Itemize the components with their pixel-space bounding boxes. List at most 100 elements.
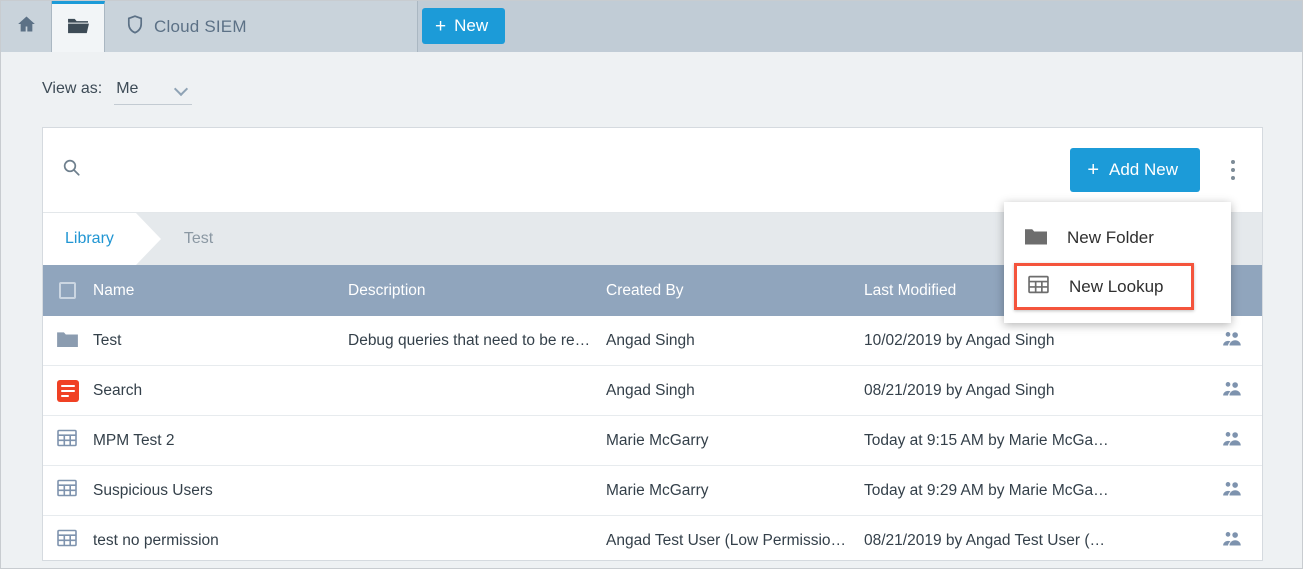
folder-icon <box>1025 227 1047 250</box>
people-icon <box>1222 381 1243 401</box>
menu-item-label: New Folder <box>1067 228 1154 248</box>
kebab-dot <box>1231 168 1235 172</box>
table-row[interactable]: test no permission Angad Test User (Low … <box>43 516 1262 561</box>
people-icon <box>1222 431 1243 451</box>
row-last-modified: 10/02/2019 by Angad Singh <box>864 332 1064 350</box>
row-created-by-cell: Angad Singh <box>606 332 864 350</box>
people-icon <box>1222 331 1243 351</box>
row-last-modified-cell: 10/02/2019 by Angad Singh <box>864 332 1202 350</box>
more-options-button[interactable] <box>1216 148 1250 192</box>
people-icon <box>1222 481 1243 501</box>
add-new-button[interactable]: + Add New <box>1070 148 1200 192</box>
row-created-by-cell: Marie McGarry <box>606 482 864 500</box>
select-all-cell <box>43 282 93 299</box>
row-name-cell: Suspicious Users <box>93 482 348 500</box>
column-header-created-by[interactable]: Created By <box>606 282 864 300</box>
app-window: Cloud SIEM + New View as: Me <box>0 0 1303 569</box>
breadcrumb-item-library[interactable]: Library <box>43 213 136 265</box>
home-icon <box>16 14 37 39</box>
row-share-cell[interactable] <box>1202 481 1262 501</box>
chevron-down-icon <box>176 83 188 95</box>
view-as-select[interactable]: Me <box>114 73 192 105</box>
row-created-by-cell: Angad Test User (Low Permissio… <box>606 532 864 550</box>
row-last-modified: Today at 9:29 AM by Marie McGa… <box>864 482 1119 500</box>
row-last-modified: 08/21/2019 by Angad Singh <box>864 382 1064 400</box>
row-icon-cell <box>43 330 93 352</box>
row-name-cell: Test <box>93 332 348 350</box>
row-share-cell[interactable] <box>1202 381 1262 401</box>
row-last-modified-cell: Today at 9:15 AM by Marie McGa… <box>864 432 1202 450</box>
view-as-row: View as: Me <box>1 52 1303 126</box>
row-created-by-cell: Marie McGarry <box>606 432 864 450</box>
table-row[interactable]: MPM Test 2 Marie McGarry Today at 9:15 A… <box>43 416 1262 466</box>
folder-icon <box>57 330 78 352</box>
row-created-by: Angad Singh <box>606 382 705 400</box>
shield-icon <box>127 15 143 39</box>
menu-item-new-lookup[interactable]: New Lookup <box>1014 263 1194 310</box>
view-as-value: Me <box>116 80 138 98</box>
breadcrumb-label: Library <box>65 230 114 248</box>
search-area <box>43 158 1070 182</box>
row-share-cell[interactable] <box>1202 531 1262 551</box>
select-all-checkbox[interactable] <box>59 282 76 299</box>
table-row[interactable]: Suspicious Users Marie McGarry Today at … <box>43 466 1262 516</box>
row-name: Search <box>93 382 152 400</box>
folder-tab[interactable] <box>52 1 105 52</box>
new-button-label: New <box>454 16 488 36</box>
row-description: Debug queries that need to be re… <box>348 332 600 350</box>
add-new-label: Add New <box>1109 160 1178 180</box>
row-last-modified-cell: 08/21/2019 by Angad Test User (… <box>864 532 1202 550</box>
add-new-menu: New Folder New Lookup <box>1004 202 1231 323</box>
plus-icon: + <box>435 17 446 36</box>
table-row[interactable]: Test Debug queries that need to be re… A… <box>43 316 1262 366</box>
kebab-dot <box>1231 160 1235 164</box>
row-name: MPM Test 2 <box>93 432 185 450</box>
menu-item-label: New Lookup <box>1069 277 1164 297</box>
row-created-by: Marie McGarry <box>606 432 718 450</box>
row-name-cell: test no permission <box>93 532 348 550</box>
cloud-siem-tab-label: Cloud SIEM <box>154 17 247 37</box>
table-icon <box>1028 275 1049 299</box>
table-row[interactable]: Search Angad Singh 08/21/2019 by Angad S… <box>43 366 1262 416</box>
row-created-by-cell: Angad Singh <box>606 382 864 400</box>
kebab-dot <box>1231 176 1235 180</box>
top-tab-bar: Cloud SIEM + New <box>1 1 1303 52</box>
cloud-siem-tab[interactable]: Cloud SIEM <box>105 1 418 52</box>
row-name: Suspicious Users <box>93 482 223 500</box>
breadcrumb-label: Test <box>184 230 213 248</box>
table-icon <box>57 429 77 452</box>
row-created-by: Angad Singh <box>606 332 705 350</box>
home-tab[interactable] <box>1 1 52 52</box>
row-share-cell[interactable] <box>1202 431 1262 451</box>
new-button[interactable]: + New <box>422 8 505 44</box>
row-last-modified-cell: 08/21/2019 by Angad Singh <box>864 382 1202 400</box>
search-icon <box>62 158 81 182</box>
row-icon-cell <box>43 529 93 552</box>
folder-icon <box>67 16 90 40</box>
library-card: + Add New Library Test Name Desc <box>42 127 1263 561</box>
row-description-cell: Debug queries that need to be re… <box>348 332 606 350</box>
row-last-modified-cell: Today at 9:29 AM by Marie McGa… <box>864 482 1202 500</box>
saved-search-icon <box>57 380 79 402</box>
row-created-by: Marie McGarry <box>606 482 718 500</box>
row-name-cell: MPM Test 2 <box>93 432 348 450</box>
table-icon <box>57 479 77 502</box>
plus-icon: + <box>1087 160 1099 180</box>
view-as-label: View as: <box>42 80 102 98</box>
row-name: Test <box>93 332 131 350</box>
row-share-cell[interactable] <box>1202 331 1262 351</box>
row-last-modified: Today at 9:15 AM by Marie McGa… <box>864 432 1119 450</box>
search-input[interactable] <box>91 161 591 179</box>
card-toolbar: + Add New <box>43 128 1262 213</box>
column-header-name[interactable]: Name <box>93 282 348 300</box>
row-icon-cell <box>43 380 93 402</box>
column-header-description[interactable]: Description <box>348 282 606 300</box>
menu-item-new-folder[interactable]: New Folder <box>1004 213 1231 263</box>
table-icon <box>57 529 77 552</box>
row-name-cell: Search <box>93 382 348 400</box>
people-icon <box>1222 531 1243 551</box>
row-created-by: Angad Test User (Low Permissio… <box>606 532 856 550</box>
row-icon-cell <box>43 429 93 452</box>
row-name: test no permission <box>93 532 229 550</box>
row-last-modified: 08/21/2019 by Angad Test User (… <box>864 532 1115 550</box>
